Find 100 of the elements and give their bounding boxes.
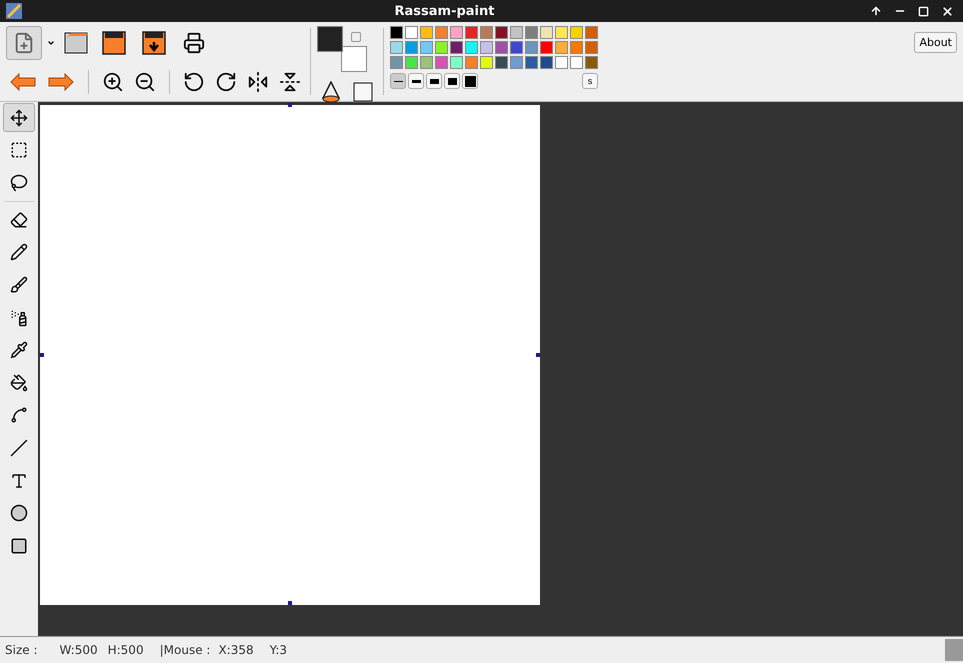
line-width-button[interactable] (390, 73, 406, 89)
palette-color[interactable] (555, 26, 568, 39)
mouse-label: |Mouse : (160, 643, 210, 657)
palette-color[interactable] (405, 26, 418, 39)
mouse-y-value: Y:3 (270, 643, 288, 657)
maximize-icon (918, 6, 929, 16)
fill-icon (10, 374, 28, 392)
palette-s-button[interactable]: s (582, 73, 598, 89)
text-icon (10, 472, 28, 490)
zoom-in-icon (102, 71, 124, 93)
new-file-button[interactable] (6, 26, 42, 60)
line-width-button[interactable] (462, 73, 478, 89)
height-value: H:500 (108, 643, 144, 657)
palette-color[interactable] (465, 26, 478, 39)
palette-color[interactable] (510, 56, 523, 69)
palette-color[interactable] (480, 41, 493, 54)
palette-color[interactable] (420, 26, 433, 39)
free-select-icon (10, 174, 28, 192)
left-arrow-icon (10, 73, 36, 91)
rotate-right-icon (215, 71, 237, 93)
square-outline-icon (353, 82, 373, 102)
palette-color[interactable] (570, 41, 583, 54)
resize-handle[interactable] (536, 353, 540, 357)
app-icon (6, 3, 22, 19)
palette-color[interactable] (390, 41, 403, 54)
move-tool-button[interactable] (3, 103, 35, 132)
rectangle-icon (10, 536, 28, 555)
zoom-out-icon (134, 71, 156, 93)
palette-color[interactable] (510, 41, 523, 54)
palette-color[interactable] (585, 41, 598, 54)
window-title: Rassam-paint (394, 4, 496, 18)
palette-color[interactable] (480, 26, 493, 39)
palette-color[interactable] (510, 26, 523, 39)
line-width-icon (464, 76, 476, 86)
floppy-down-icon (142, 31, 166, 55)
rotate-left-icon (183, 71, 205, 93)
rect-select-icon (10, 141, 28, 160)
palette-color[interactable] (465, 41, 478, 54)
resize-grip[interactable] (945, 639, 963, 661)
resize-handle[interactable] (288, 601, 292, 605)
flip-horizontal-icon (247, 71, 269, 93)
mouse-x-value: X:358 (218, 643, 254, 657)
palette-color[interactable] (450, 56, 463, 69)
resize-handle[interactable] (288, 103, 292, 107)
palette-color[interactable] (525, 26, 538, 39)
swap-colors-toggle[interactable] (351, 32, 361, 42)
line-width-button[interactable] (444, 73, 460, 89)
palette-color[interactable] (465, 56, 478, 69)
flip-vertical-icon (279, 71, 301, 93)
palette-color[interactable] (495, 41, 508, 54)
palette-color[interactable] (540, 41, 553, 54)
new-file-icon (13, 32, 35, 54)
palette-color[interactable] (480, 56, 493, 69)
palette-color[interactable] (525, 56, 538, 69)
palette-color[interactable] (450, 26, 463, 39)
foreground-color-swatch[interactable] (317, 26, 343, 52)
up-arrow-icon (870, 5, 882, 17)
ellipse-icon (10, 504, 28, 522)
palette-color[interactable] (495, 56, 508, 69)
picker-icon (10, 341, 28, 360)
about-button[interactable]: About (914, 32, 957, 53)
curve-icon (10, 406, 28, 424)
palette-color[interactable] (405, 41, 418, 54)
palette-color[interactable] (420, 56, 433, 69)
palette-color[interactable] (585, 56, 598, 69)
palette-color[interactable] (390, 26, 403, 39)
palette-color[interactable] (540, 26, 553, 39)
palette-color[interactable] (555, 41, 568, 54)
floppy-icon (102, 31, 126, 55)
move-icon (10, 108, 28, 126)
palette-color[interactable] (555, 56, 568, 69)
palette-color[interactable] (435, 26, 448, 39)
close-icon (941, 4, 954, 18)
palette-color[interactable] (495, 26, 508, 39)
palette-color[interactable] (570, 26, 583, 39)
brush-icon (10, 276, 28, 294)
width-value: W:500 (60, 643, 98, 657)
size-label: Size : (5, 643, 38, 657)
background-color-swatch[interactable] (341, 46, 367, 72)
page-icon (64, 32, 88, 54)
print-icon (183, 32, 205, 54)
palette-color[interactable] (450, 41, 463, 54)
eraser-icon (10, 210, 28, 229)
palette-color[interactable] (570, 56, 583, 69)
palette-color[interactable] (525, 41, 538, 54)
palette-color[interactable] (585, 26, 598, 39)
right-arrow-icon (48, 73, 74, 91)
palette-color[interactable] (540, 56, 553, 69)
resize-handle[interactable] (40, 353, 44, 357)
line-icon (10, 439, 28, 458)
pencil-icon (10, 243, 28, 262)
palette-color[interactable] (390, 56, 403, 69)
palette-color[interactable] (420, 41, 433, 54)
palette-color[interactable] (435, 41, 448, 54)
line-width-button[interactable] (408, 73, 424, 89)
cone-icon (321, 81, 341, 103)
line-width-button[interactable] (426, 73, 442, 89)
palette-color[interactable] (405, 56, 418, 69)
spray-icon (10, 308, 28, 327)
palette-color[interactable] (435, 56, 448, 69)
